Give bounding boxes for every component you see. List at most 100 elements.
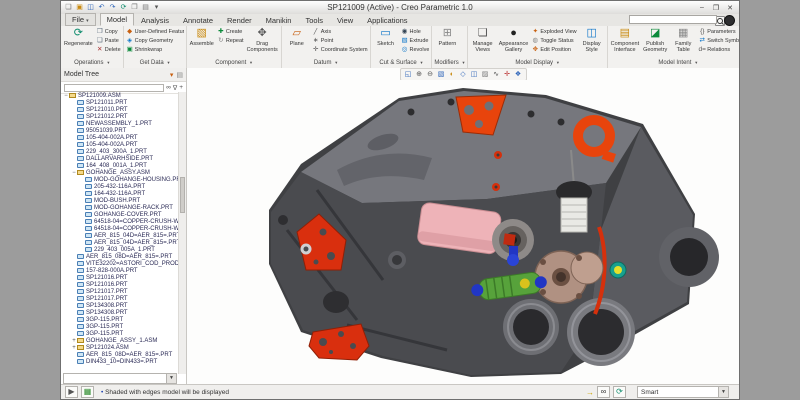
tree-item-mod-gohange-rack-prt[interactable]: MOD-GOHANGE-RACK.PRT (61, 204, 179, 211)
refresh-icon[interactable]: ⟳ (613, 386, 626, 398)
tree-item-sp121017-prt[interactable]: SP121017.PRT (61, 288, 179, 295)
tree-item-3gp-115-prt[interactable]: 3GP-115.PRT (61, 330, 179, 337)
publish-geometry-button[interactable]: ◪Publish Geometry (642, 27, 668, 53)
tree-item-gohange-cover-prt[interactable]: GOHANGE-COVER.PRT (61, 211, 179, 218)
point-button[interactable]: ∗Point (312, 37, 368, 45)
ribbon-group-label[interactable]: Modifiers ▾ (434, 58, 464, 67)
filter-icon[interactable]: ∇ (173, 84, 177, 92)
tree-item-vite32202-astori-cod-prodcon-prt[interactable]: VITE32202=ASTORI_COD_PRODCON=.PRT (61, 260, 179, 267)
tab-analysis[interactable]: Analysis (134, 14, 176, 26)
manage-views-button[interactable]: ❏Manage Views (470, 27, 496, 53)
print-icon[interactable]: ▤ (141, 3, 150, 12)
find-icon[interactable]: ∞ (166, 84, 171, 91)
ribbon-group-label[interactable]: Component ▾ (189, 58, 279, 67)
tree-item-3gp-115-prt[interactable]: 3GP-115.PRT (61, 316, 179, 323)
expand-all-icon[interactable]: + (179, 84, 183, 91)
tree-item-sp134308-prt[interactable]: SP134308.PRT (61, 309, 179, 316)
tree-item-gohange-assy-1-asm[interactable]: +GOHANGE_ASSY_1.ASM (61, 337, 179, 344)
tree-item-64518-04-copper-crush-washers[interactable]: 64518-04=COPPER-CRUSH-WASHERS (61, 225, 179, 232)
tab-applications[interactable]: Applications (360, 14, 414, 26)
tab-annotate[interactable]: Annotate (176, 14, 220, 26)
ribbon-group-label[interactable]: Datum ▾ (284, 58, 368, 67)
pattern-button[interactable]: ⊞Pattern (434, 27, 460, 47)
tree-item-sp121017-prt[interactable]: SP121017.PRT (61, 295, 179, 302)
tree-item-newassembly-1-prt[interactable]: NEWASSEMBLY_1.PRT (61, 120, 179, 127)
parameters-button[interactable]: {}Parameters (698, 28, 739, 36)
select-tool-icon[interactable]: ▶ (65, 386, 78, 398)
forward-arrow-icon[interactable]: → (586, 388, 594, 397)
tree-item-157-828-000a-prt[interactable]: 157-828-000A.PRT (61, 267, 179, 274)
undo-icon[interactable]: ↶ (97, 3, 106, 12)
tree-scrollbar[interactable] (178, 92, 186, 374)
revolve-button[interactable]: ◎Revolve (401, 46, 430, 54)
tree-item-164-432-116a-prt[interactable]: 164-432-116A.PRT (61, 190, 179, 197)
tab-manikin[interactable]: Manikin (259, 14, 299, 26)
plane-button[interactable]: ▱Plane (284, 27, 310, 47)
paste-button[interactable]: ❏Paste (96, 37, 121, 45)
save-icon[interactable]: ◫ (86, 3, 95, 12)
create-button[interactable]: ✚Create (217, 28, 244, 36)
appearance-gallery-button[interactable]: ●Appearance Gallery (498, 27, 530, 53)
tab-tools[interactable]: Tools (298, 14, 330, 26)
tree-item-64518-04-copper-crush-washers[interactable]: 64518-04=COPPER-CRUSH-WASHERS (61, 218, 179, 225)
tree-item-229-403-300a-1-prt[interactable]: 229_403_300A_1.PRT (61, 148, 179, 155)
tree-item-3gp-115-prt[interactable]: 3GP-115.PRT (61, 323, 179, 330)
gearbox-assembly-model[interactable] (187, 80, 739, 385)
tree-display-combobox[interactable]: ▼ (63, 373, 177, 384)
tab-file[interactable]: File▾ (65, 13, 96, 26)
edit-position-button[interactable]: ✥Edit Position (531, 46, 576, 54)
component-interface-button[interactable]: ▤Component Interface (610, 27, 640, 53)
family-table-button[interactable]: ▦Family Table (670, 27, 696, 53)
delete-button[interactable]: ✕Delete (96, 46, 121, 54)
tab-view[interactable]: View (330, 14, 360, 26)
user-defined-feature-button[interactable]: ◆User-Defined Feature (126, 28, 184, 36)
new-file-icon[interactable]: ❏ (64, 3, 73, 12)
regenerate-icon[interactable]: ⟳ (119, 3, 128, 12)
drag-components-button[interactable]: ✥Drag Components (246, 27, 279, 53)
tree-filters-icon[interactable]: ▾ (170, 71, 174, 79)
tree-item-229-403-005a-1-prt[interactable]: 229_403_005A_1.PRT (61, 246, 179, 253)
display-style-button[interactable]: ◫Display Style (579, 27, 605, 53)
tree-item-sp121016-prt[interactable]: SP121016.PRT (61, 281, 179, 288)
tree-search-input[interactable] (64, 84, 164, 92)
tree-item-sp121010-prt[interactable]: SP121010.PRT (61, 106, 179, 113)
tree-scrollbar-thumb[interactable] (180, 177, 185, 213)
tree-item-164-408-001a-1-prt[interactable]: 164_408_001A_1.PRT (61, 162, 179, 169)
minimize-button[interactable]: – (697, 4, 707, 12)
ribbon-group-label[interactable]: Model Intent ▾ (610, 58, 739, 67)
copy-geometry-button[interactable]: ◈Copy Geometry (126, 37, 184, 45)
find-binoculars-icon[interactable]: ∞ (597, 386, 610, 398)
teal-cap[interactable] (610, 262, 626, 278)
exploded-view-button[interactable]: ✦Exploded View (531, 28, 576, 36)
redo-icon[interactable]: ↷ (108, 3, 117, 12)
tab-render[interactable]: Render (220, 14, 259, 26)
tab-model[interactable]: Model (100, 13, 134, 26)
tree-item-sp121024-asm[interactable]: +SP121024.ASM (61, 344, 179, 351)
3d-viewport[interactable] (187, 80, 739, 385)
tree-item-sp134308-prt[interactable]: SP134308.PRT (61, 302, 179, 309)
shrinkwrap-button[interactable]: ▣Shrinkwrap (126, 46, 184, 54)
tree-item-mod-bush-prt[interactable]: MOD-BUSH.PRT (61, 197, 179, 204)
command-search-input[interactable] (629, 15, 717, 24)
window-icon[interactable]: ❐ (130, 3, 139, 12)
repeat-button[interactable]: ↻Repeat (217, 37, 244, 45)
switch-symbols-button[interactable]: ⇄Switch Symbols (698, 37, 739, 45)
tree-item-105-404-002a-prt[interactable]: 105-404-002A.PRT (61, 141, 179, 148)
hole-button[interactable]: ◉Hole (401, 28, 430, 36)
tree-item-aer-815-04d-aer-815-prt[interactable]: AER_815_04D=AER_815=.PRT (61, 232, 179, 239)
tree-item-105-404-002a-prt[interactable]: 105-404-002A.PRT (61, 134, 179, 141)
customize-icon[interactable]: ▾ (152, 3, 161, 12)
toggle-status-button[interactable]: ◍Toggle Status (531, 37, 576, 45)
tree-item-95051039-prt[interactable]: 95051039.PRT (61, 127, 179, 134)
tree-item-dallarvarhside-prt[interactable]: DALLARVARHSIDE.PRT (61, 155, 179, 162)
tree-item-din433-10-din433-prt[interactable]: DIN433_10=DIN433=.PRT (61, 358, 179, 365)
copy-button[interactable]: ❐Copy (96, 28, 121, 36)
axis-button[interactable]: ╱Axis (312, 28, 368, 36)
tree-item-gohange-assy-asm[interactable]: −GOHANGE_ASSY.ASM (61, 169, 179, 176)
tree-item-sp121011-prt[interactable]: SP121011.PRT (61, 99, 179, 106)
open-file-icon[interactable]: ▣ (75, 3, 84, 12)
close-button[interactable]: ✕ (725, 4, 735, 12)
assemble-button[interactable]: ▧Assemble (189, 27, 215, 47)
maximize-button[interactable]: ❐ (711, 4, 721, 12)
ribbon-group-label[interactable]: Get Data ▾ (126, 58, 184, 67)
